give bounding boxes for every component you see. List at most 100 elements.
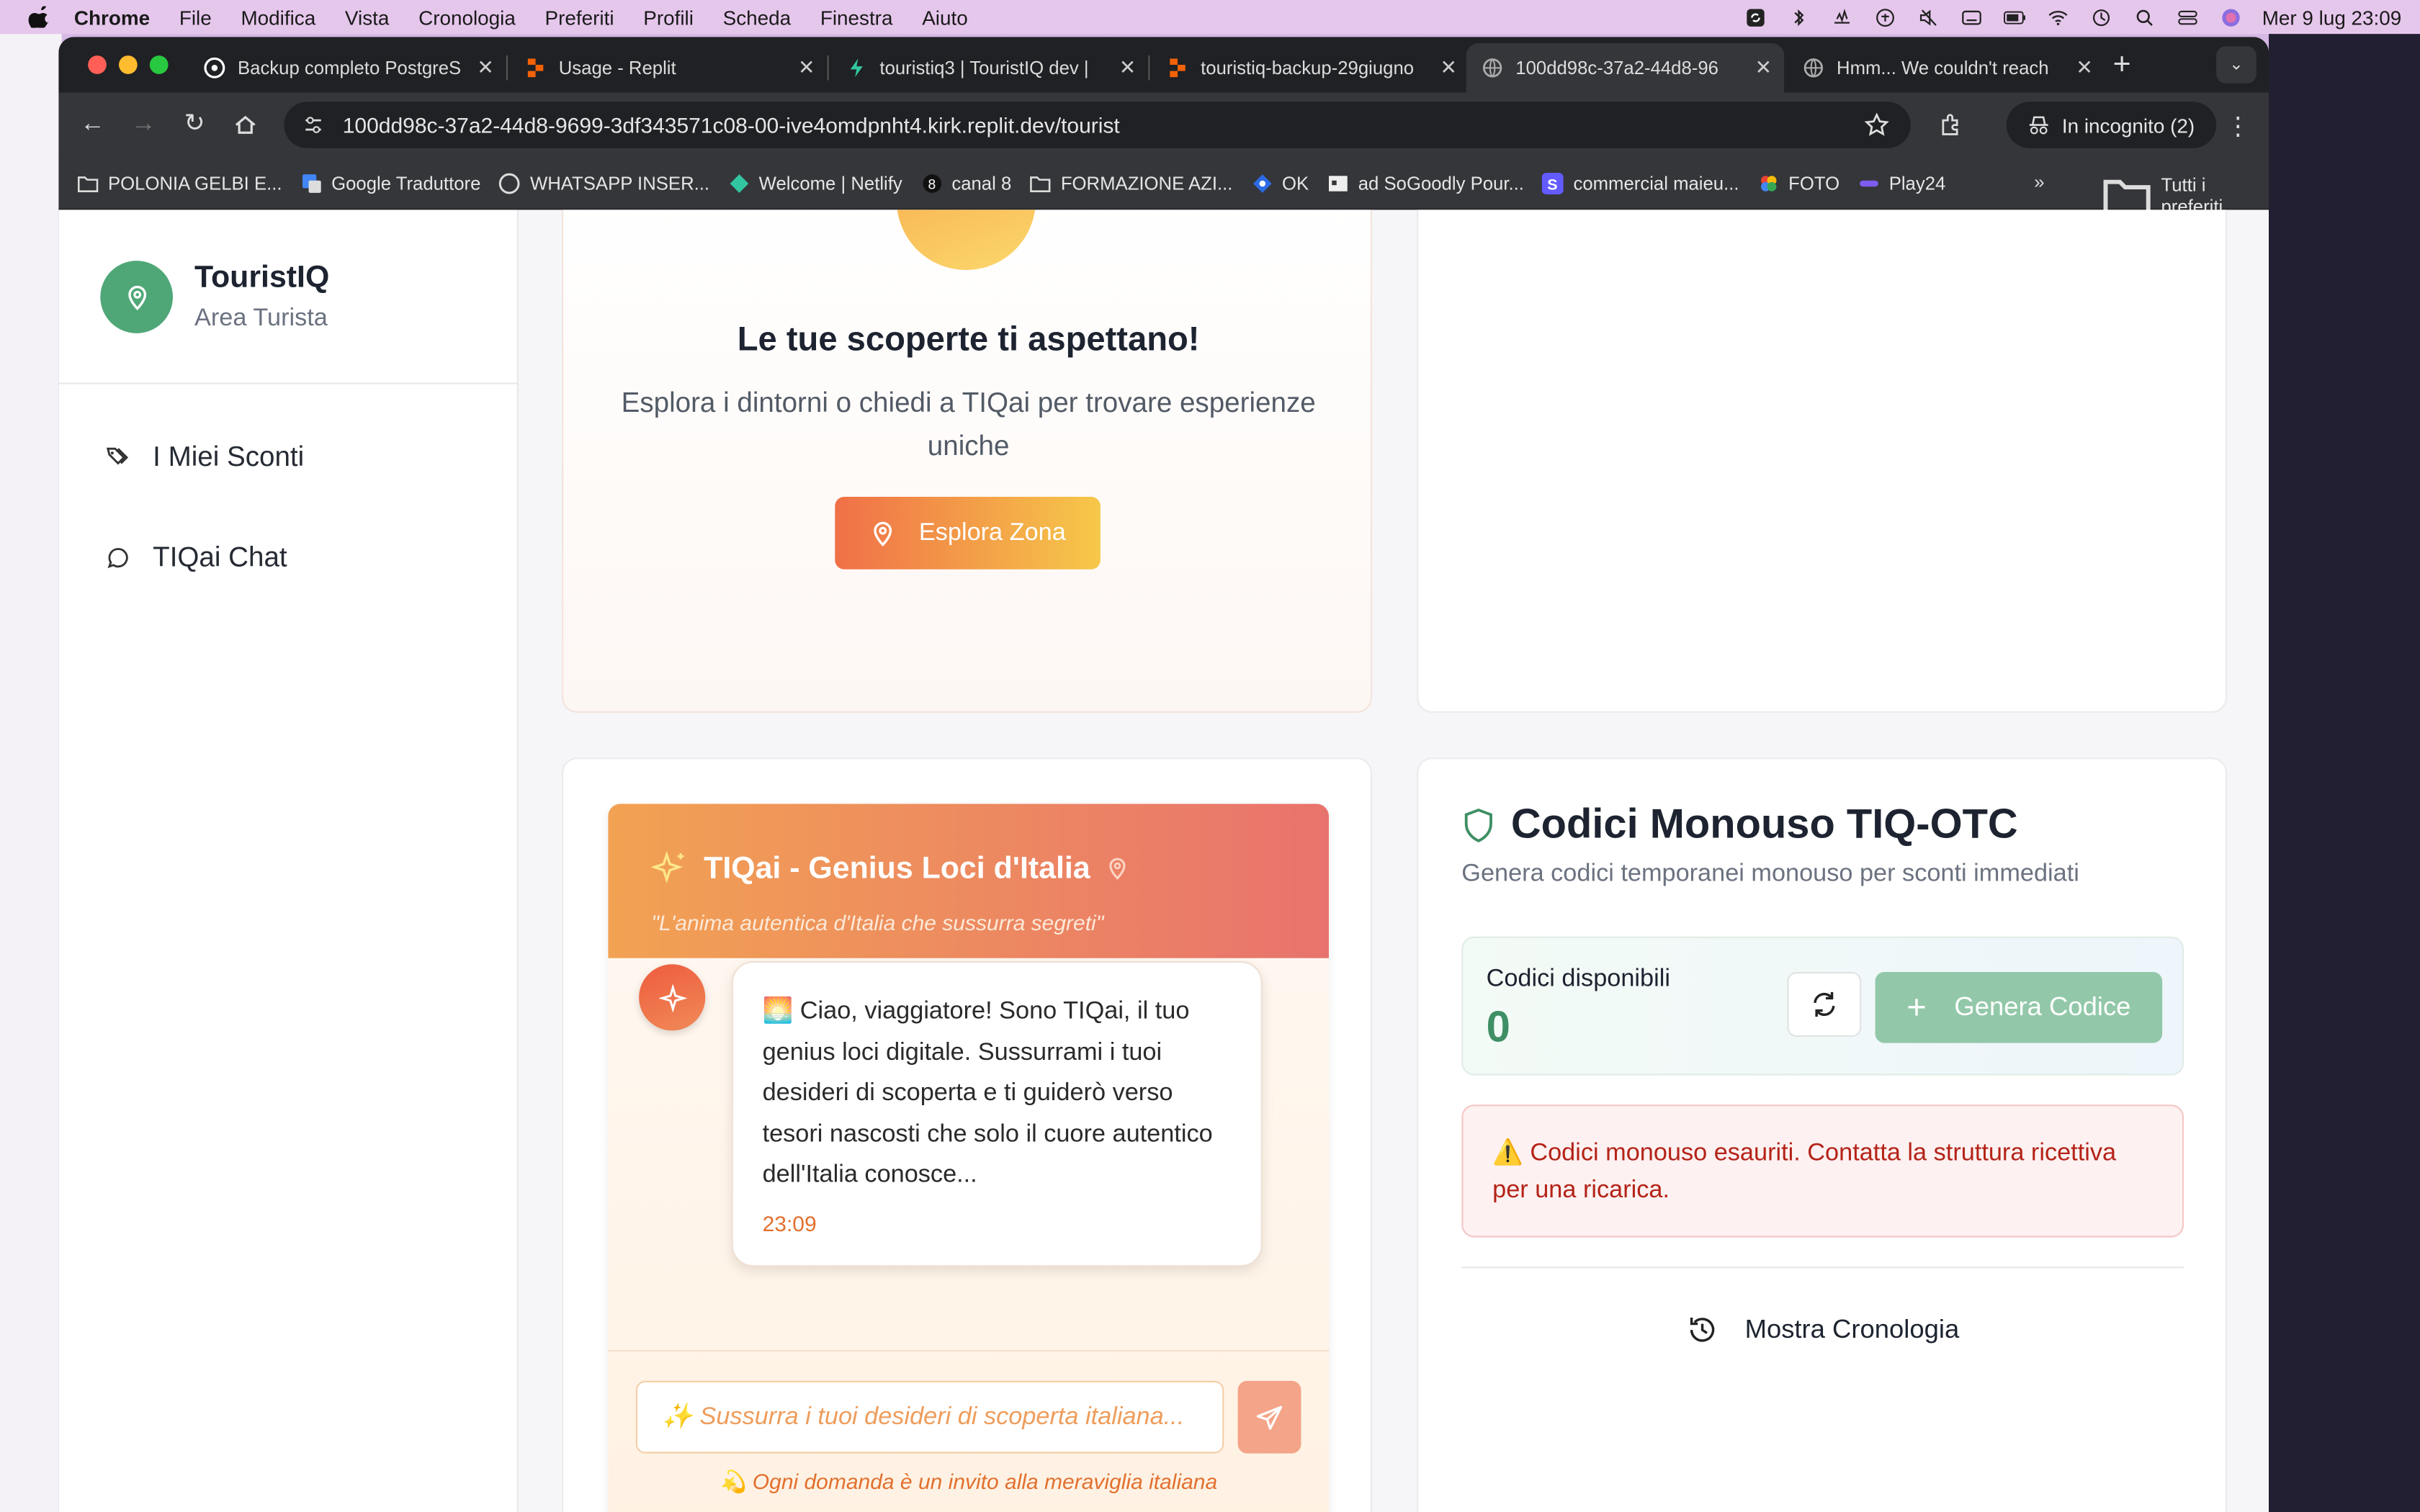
clock[interactable]: Mer 9 lug 23:09 [2262, 6, 2402, 29]
menu-profili[interactable]: Profili [643, 6, 694, 29]
empty-card [1417, 210, 2228, 713]
chat-input[interactable] [635, 1380, 1224, 1454]
sync-icon[interactable] [1744, 7, 1767, 27]
generate-code-button[interactable]: + Genera Codice [1875, 972, 2163, 1043]
bookmark[interactable]: Welcome | Netlify [728, 172, 902, 194]
background-window-left [0, 34, 62, 1512]
menu-chrome[interactable]: Chrome [74, 6, 150, 29]
tab-couldnt-reach[interactable]: Hmm... We couldn't reach ✕ [1787, 43, 2105, 93]
bluetooth-icon[interactable] [1787, 7, 1810, 27]
bookmark[interactable]: 8 canal 8 [920, 172, 1011, 194]
close-window-button[interactable] [88, 55, 107, 74]
page-content: TouristIQ Area Turista I Miei Sconti TIQ… [58, 210, 2269, 1512]
reload-button[interactable]: ↻ [182, 112, 207, 137]
chrome-menu-button[interactable]: ⋮ [2226, 111, 2250, 142]
wifi-icon[interactable] [2046, 7, 2069, 27]
history-icon [1689, 1317, 1714, 1342]
brand-name: TouristIQ [194, 261, 330, 295]
incognito-icon [2029, 116, 2048, 135]
bookmark[interactable]: Play24 [1858, 172, 1945, 194]
sidebar-item-chat[interactable]: TIQai Chat [105, 541, 287, 574]
bookmark[interactable]: Google Traduttore [300, 172, 480, 194]
close-tab-icon[interactable]: ✕ [1440, 55, 1456, 80]
globe-icon [1803, 58, 1824, 78]
close-tab-icon[interactable]: ✕ [798, 55, 815, 80]
bookmark[interactable]: WHATSAPP INSER... [499, 172, 709, 194]
tab-usage-replit[interactable]: Usage - Replit ✕ [509, 43, 829, 93]
map-pin-icon [874, 521, 893, 546]
sidebar-item-sconti[interactable]: I Miei Sconti [105, 441, 304, 474]
tab-title: Usage - Replit [558, 57, 676, 79]
refresh-icon [1814, 991, 1835, 1017]
menu-aiuto[interactable]: Aiuto [922, 6, 968, 29]
forward-button[interactable]: → [131, 112, 156, 137]
control-center-icon[interactable] [2176, 7, 2199, 27]
bookmark[interactable]: ad SoGoodly Pour... [1327, 172, 1524, 194]
tab-active-replit-dev[interactable]: 100dd98c-37a2-44d8-96 ✕ [1466, 43, 1785, 93]
menu-finestra[interactable]: Finestra [820, 6, 893, 29]
siri-icon[interactable] [2219, 7, 2242, 27]
menu-file[interactable]: File [179, 6, 212, 29]
menu-preferiti[interactable]: Preferiti [545, 6, 614, 29]
sogoodly-icon [1329, 175, 1348, 191]
incognito-label: In incognito (2) [2061, 113, 2195, 137]
codes-exhausted-alert: ⚠️ Codici monouso esauriti. Contatta la … [1461, 1104, 2184, 1238]
battery-icon[interactable] [2003, 7, 2026, 27]
zoom-window-button[interactable] [149, 55, 169, 74]
bookmark[interactable]: Scommercial maieu... [1542, 171, 1739, 194]
tab-touristiq-backup[interactable]: touristiq-backup-29giugno ✕ [1152, 43, 1469, 93]
tab-touristiq3[interactable]: touristiq3 | TouristIQ dev | ✕ [830, 43, 1150, 93]
menu-scheda[interactable]: Scheda [723, 6, 791, 29]
keyboard-icon[interactable] [1960, 7, 1983, 27]
accessibility-icon[interactable] [1873, 7, 1896, 27]
show-history-button[interactable]: Mostra Cronologia [1461, 1315, 2184, 1346]
send-button[interactable] [1237, 1380, 1301, 1454]
minimize-window-button[interactable] [119, 55, 138, 74]
close-tab-icon[interactable]: ✕ [1755, 55, 1772, 80]
more-bookmarks-button[interactable]: » [2034, 171, 2044, 193]
menu-cronologia[interactable]: Cronologia [418, 6, 516, 29]
play24-icon [1859, 179, 1878, 186]
home-icon[interactable] [233, 112, 258, 137]
assistant-avatar [639, 964, 706, 1031]
codes-title: Codici Monouso TIQ-OTC [1510, 801, 2018, 847]
tab-search-button[interactable]: ⌄ [2216, 46, 2257, 84]
close-tab-icon[interactable]: ✕ [477, 55, 493, 80]
explore-zone-button[interactable]: Esplora Zona [835, 497, 1101, 570]
replit-icon [527, 58, 544, 78]
back-button[interactable]: ← [80, 112, 104, 137]
menu-vista[interactable]: Vista [345, 6, 389, 29]
bookmark-star-icon[interactable] [1864, 112, 1889, 137]
bookmark-folder[interactable]: POLONIA GELBI E... [77, 172, 282, 194]
network-activity-icon[interactable] [1830, 7, 1853, 27]
menu-modifica[interactable]: Modifica [241, 6, 315, 29]
mute-icon[interactable] [1917, 7, 1940, 27]
chat-hint: 💫 Ogni domanda è un invito alla meravigl… [720, 1468, 1218, 1494]
apple-icon[interactable] [28, 6, 50, 28]
new-tab-button[interactable]: + [2113, 48, 2131, 83]
extensions-icon[interactable] [1938, 112, 1963, 137]
message-time: 23:09 [762, 1211, 817, 1236]
incognito-indicator[interactable]: In incognito (2) [2006, 102, 2217, 148]
url-text[interactable]: 100dd98c-37a2-44d8-9699-3df343571c08-00-… [343, 112, 1865, 137]
bookmark-folder[interactable]: FORMAZIONE AZI... [1030, 172, 1232, 194]
time-machine-icon[interactable] [2089, 7, 2112, 27]
shield-icon [1464, 807, 1492, 842]
site-info-icon[interactable] [302, 114, 324, 136]
spotlight-search-icon[interactable] [2133, 7, 2156, 27]
close-tab-icon[interactable]: ✕ [1119, 55, 1136, 80]
google-translate-icon [302, 174, 321, 192]
address-bar[interactable]: 100dd98c-37a2-44d8-9699-3df343571c08-00-… [284, 102, 1911, 148]
refresh-button[interactable] [1787, 972, 1862, 1037]
globe-icon [1482, 58, 1502, 78]
close-tab-icon[interactable]: ✕ [2076, 55, 2092, 80]
bookmark[interactable]: OK [1251, 172, 1309, 194]
whatsapp-icon [499, 172, 521, 194]
codes-subtitle: Genera codici temporanei monouso per sco… [1461, 860, 2079, 888]
tab-backup-postgres[interactable]: Backup completo PostgreS ✕ [188, 43, 508, 93]
tiqai-chat: TIQai - Genius Loci d'Italia "L'anima au… [608, 804, 1329, 1512]
stripe-icon: S [1542, 171, 1564, 194]
folder-icon [1030, 176, 1052, 192]
map-pin-logo-icon [100, 261, 173, 333]
bookmark[interactable]: FOTO [1757, 172, 1839, 194]
